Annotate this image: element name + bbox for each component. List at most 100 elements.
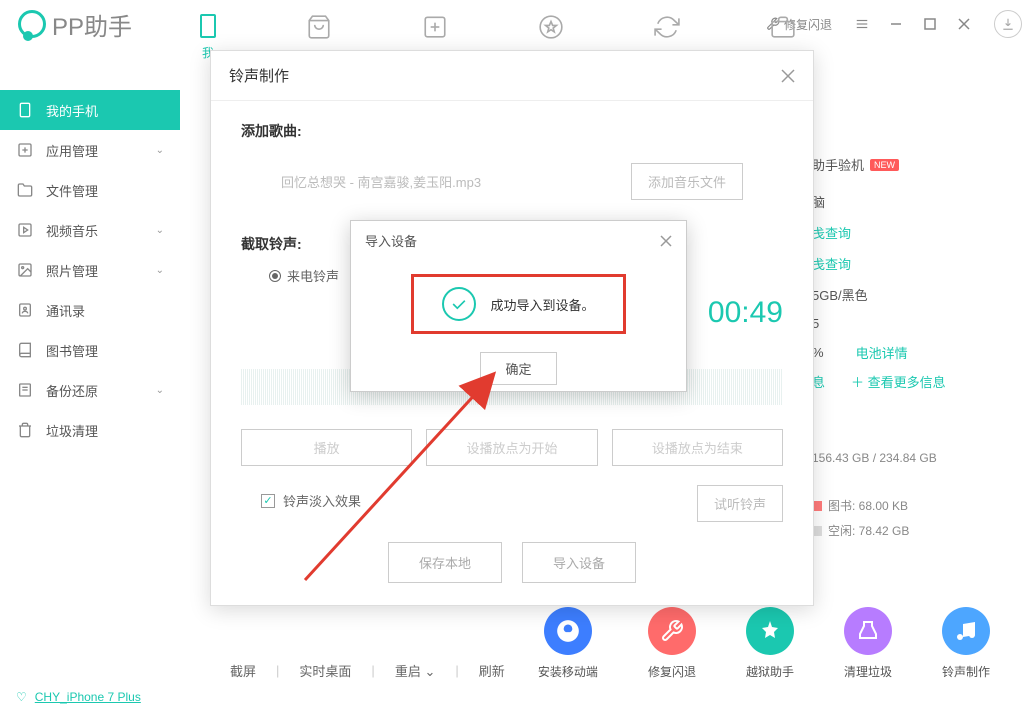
phone-icon <box>16 101 34 119</box>
checkbox-icon: ✓ <box>261 494 275 508</box>
apps-icon <box>16 141 34 159</box>
sidebar-item-media[interactable]: 视频音乐 ⌄ <box>0 210 180 250</box>
save-local-button[interactable]: 保存本地 <box>388 542 502 583</box>
radio-icon <box>269 270 281 282</box>
nav-sync[interactable] <box>654 14 680 40</box>
nav-star[interactable] <box>538 14 564 40</box>
minimize-button[interactable] <box>882 10 910 38</box>
tool-jailbreak[interactable]: 越狱助手 <box>746 607 794 680</box>
sidebar-item-cleanup[interactable]: 垃圾清理 <box>0 410 180 450</box>
chevron-down-icon: ⌄ <box>156 385 164 396</box>
confirm-button[interactable]: 确定 <box>480 352 556 385</box>
sidebar-item-backup[interactable]: 备份还原 ⌄ <box>0 370 180 410</box>
backup-icon <box>16 381 34 399</box>
storage-books: 图书: 68.00 KB <box>812 497 1012 514</box>
reboot-action[interactable]: 重启 ⌄ <box>395 661 436 680</box>
device-name-link[interactable]: CHY_iPhone 7 Plus <box>35 690 141 704</box>
chevron-down-icon: ⌄ <box>156 265 164 276</box>
app-logo: PP助手 <box>18 7 132 42</box>
sidebar-item-files[interactable]: 文件管理 <box>0 170 180 210</box>
toolbox-icon <box>770 14 796 40</box>
heart-icon: ♡ <box>16 690 27 704</box>
maximize-button[interactable] <box>916 10 944 38</box>
folder-icon <box>16 181 34 199</box>
jailbreak-icon <box>746 607 794 655</box>
add-file-button[interactable]: 添加音乐文件 <box>631 163 743 200</box>
download-button[interactable] <box>994 10 1022 38</box>
nav-toolbox[interactable] <box>770 14 796 40</box>
tool-install-mobile[interactable]: 安装移动端 <box>538 607 598 680</box>
dialog-close-button[interactable] <box>781 69 795 83</box>
dialog-header: 铃声制作 <box>211 51 813 101</box>
import-device-button[interactable]: 导入设备 <box>522 542 636 583</box>
repair-icon <box>648 607 696 655</box>
sidebar-item-my-phone[interactable]: 我的手机 <box>0 90 180 130</box>
close-icon <box>958 18 970 30</box>
download-icon <box>1001 17 1015 31</box>
cleanup-icon <box>844 607 892 655</box>
logo-icon <box>18 10 46 38</box>
realtime-action[interactable]: 实时桌面 <box>299 661 351 680</box>
tool-repair-crash[interactable]: 修复闪退 <box>648 607 696 680</box>
tool-cleanup[interactable]: 清理垃圾 <box>844 607 892 680</box>
status-bar: ♡ CHY_iPhone 7 Plus <box>16 690 141 704</box>
success-message: 成功导入到设备。 <box>490 295 594 314</box>
set-start-button[interactable]: 设播放点为开始 <box>426 429 597 466</box>
ringtone-icon <box>942 607 990 655</box>
star-icon <box>538 14 564 40</box>
set-end-button[interactable]: 设播放点为结束 <box>612 429 783 466</box>
query-link-1[interactable]: 戋查询 <box>812 223 1012 242</box>
bottom-actions: 截屏 | 实时桌面 | 重启 ⌄ | 刷新 <box>230 661 505 680</box>
minimize-icon <box>890 18 902 30</box>
nav-store[interactable] <box>306 14 332 40</box>
sidebar: 我的手机 应用管理 ⌄ 文件管理 视频音乐 ⌄ 照片管理 ⌄ 通讯录 图书管理 … <box>0 90 180 450</box>
chevron-down-icon: ⌄ <box>156 225 164 236</box>
refresh-icon <box>654 14 680 40</box>
trash-icon <box>16 421 34 439</box>
info-row: 5GB/黑色 <box>812 285 1012 304</box>
tool-ringtone[interactable]: 铃声制作 <box>942 607 990 680</box>
refresh-action[interactable]: 刷新 <box>479 661 505 680</box>
preview-button[interactable]: 试听铃声 <box>697 485 783 522</box>
modal-close-button[interactable] <box>660 235 672 247</box>
verify-title[interactable]: 助手验机 NEW <box>812 155 1012 174</box>
play-button[interactable]: 播放 <box>241 429 412 466</box>
import-result-modal: 导入设备 成功导入到设备。 确定 <box>350 220 687 392</box>
plus-square-icon <box>422 14 448 40</box>
success-highlight: 成功导入到设备。 <box>411 274 625 334</box>
sidebar-item-photos[interactable]: 照片管理 ⌄ <box>0 250 180 290</box>
play-icon <box>16 221 34 239</box>
storage-free: 空闲: 78.42 GB <box>812 522 1012 539</box>
sidebar-item-contacts[interactable]: 通讯录 <box>0 290 180 330</box>
sidebar-item-books[interactable]: 图书管理 <box>0 330 180 370</box>
close-button[interactable] <box>950 10 978 38</box>
time-display: 00:49 <box>708 296 783 330</box>
modal-title: 导入设备 <box>365 231 417 250</box>
dialog-title: 铃声制作 <box>229 65 289 86</box>
contacts-icon <box>16 301 34 319</box>
nav-add[interactable] <box>422 14 448 40</box>
install-icon <box>544 607 592 655</box>
query-link-2[interactable]: 戋查询 <box>812 254 1012 273</box>
sidebar-item-apps[interactable]: 应用管理 ⌄ <box>0 130 180 170</box>
close-icon <box>660 235 672 247</box>
info-row: 脑 <box>812 192 1012 211</box>
storage-total: 156.43 GB / 234.84 GB <box>812 451 1012 465</box>
window-controls: 修复闪退 <box>766 10 1022 38</box>
fade-checkbox[interactable]: ✓ 铃声淡入效果 <box>261 491 361 510</box>
logo-text: PP助手 <box>52 7 132 42</box>
add-song-label: 添加歌曲: <box>241 121 783 141</box>
device-icon <box>200 14 216 38</box>
menu-button[interactable] <box>848 10 876 38</box>
battery-link[interactable]: 电池详情 <box>856 343 908 362</box>
image-icon <box>16 261 34 279</box>
more-info-link[interactable]: ＋ 查看更多信息 <box>851 372 946 391</box>
info-row: 5 <box>812 316 1012 331</box>
song-filename: 回忆总想哭 - 南宫嘉骏,姜玉阳.mp3 <box>281 172 481 191</box>
close-icon <box>781 69 795 83</box>
books-icon <box>16 341 34 359</box>
device-info-panel: 助手验机 NEW 脑 戋查询 戋查询 5GB/黑色 5 % 电池详情 息 ＋ 查… <box>812 155 1012 547</box>
chevron-down-icon: ⌄ <box>156 145 164 156</box>
check-circle-icon <box>442 287 476 321</box>
screenshot-action[interactable]: 截屏 <box>230 661 256 680</box>
